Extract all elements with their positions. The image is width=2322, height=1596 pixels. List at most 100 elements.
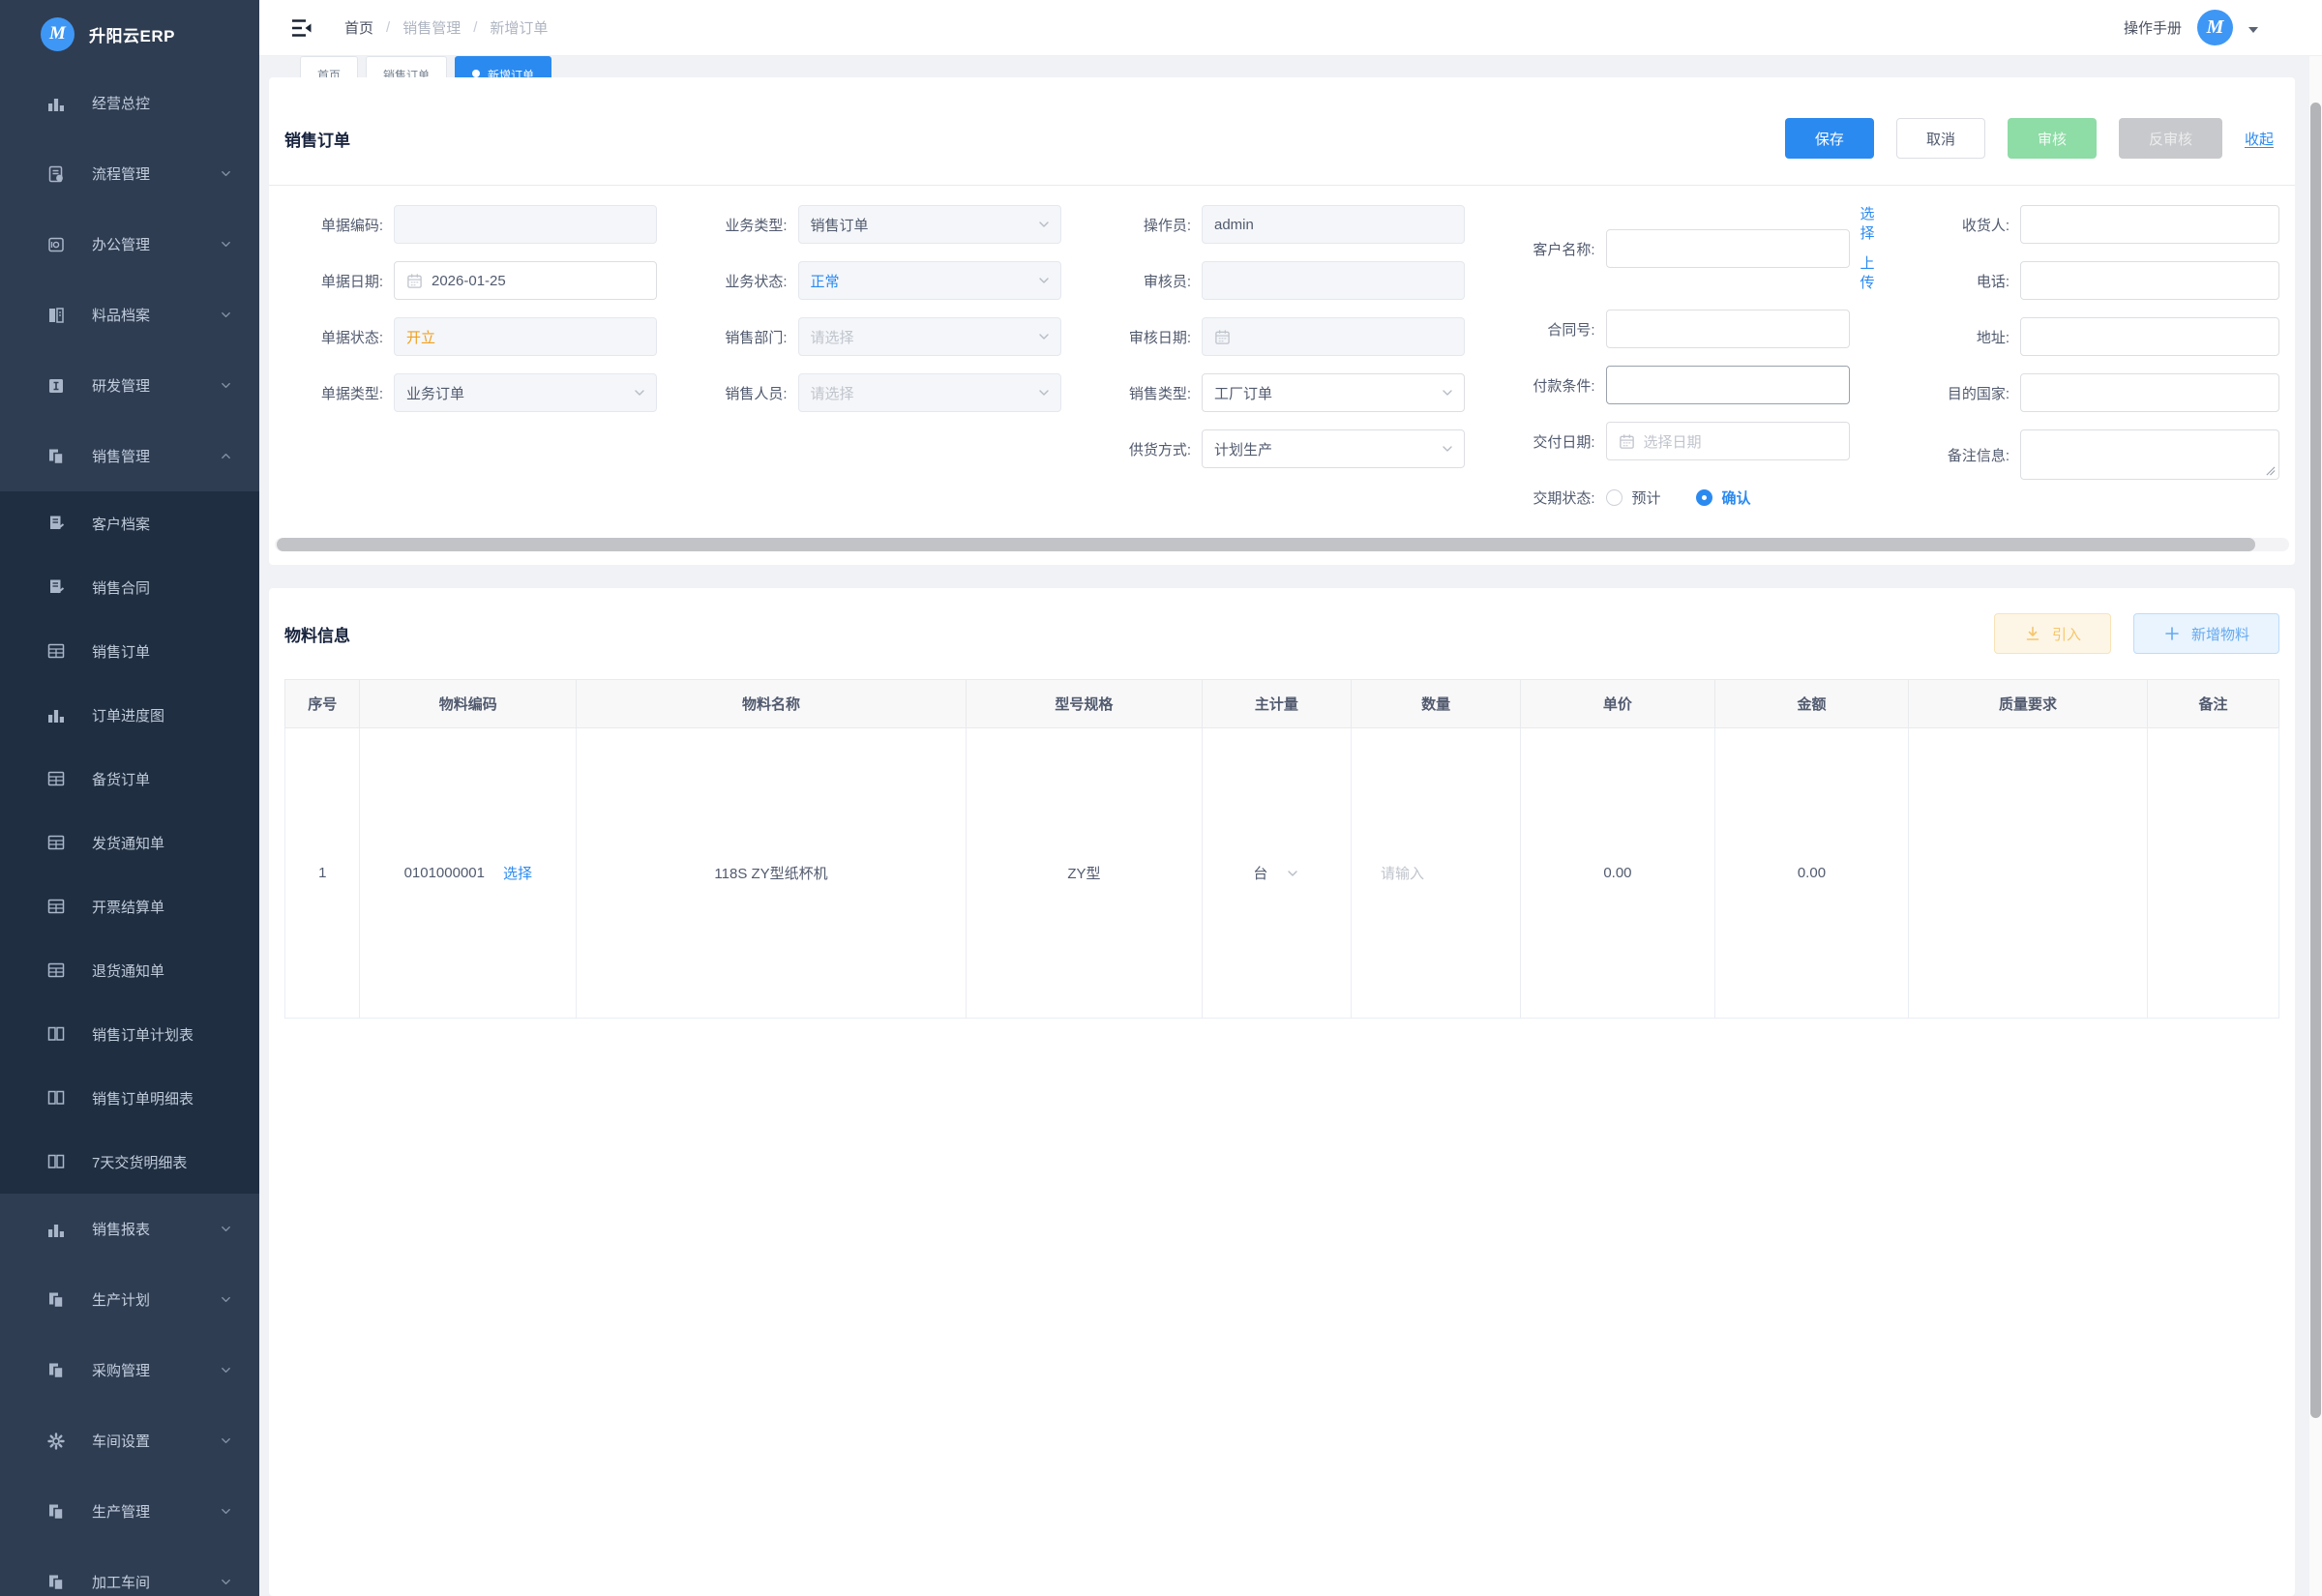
contract-no-input[interactable]: [1605, 310, 1850, 348]
import-button-label: 引入: [2051, 626, 2081, 643]
phone-input[interactable]: [2020, 261, 2279, 300]
biz-type-select[interactable]: 销售订单: [797, 205, 1061, 244]
sidebar-item-processing-workshop[interactable]: 加工车间: [0, 1547, 259, 1596]
sidebar-collapse-icon[interactable]: [290, 17, 313, 39]
sidebar-subitem-label: 开票结算单: [92, 899, 165, 916]
payment-terms-input[interactable]: [1605, 366, 1850, 404]
breadcrumb-home[interactable]: 首页: [344, 17, 373, 38]
cell-spec: ZY型: [966, 727, 1203, 1019]
cell-quality[interactable]: [1908, 727, 2148, 1019]
sidebar-subitem-label: 销售订单: [92, 643, 151, 661]
row-select-link[interactable]: 选择: [503, 863, 532, 883]
radio-confirm[interactable]: [1695, 488, 1712, 506]
sidebar-subitem-sales-order[interactable]: 销售订单: [0, 619, 259, 683]
receiver-input[interactable]: [2020, 205, 2279, 244]
sidebar-subitem-customer-archive[interactable]: 客户档案: [0, 491, 259, 555]
doc-status-field: 开立: [394, 317, 657, 356]
dest-country-input[interactable]: [2020, 373, 2279, 412]
import-button[interactable]: 引入: [1993, 613, 2111, 654]
sidebar-item-process-management[interactable]: 流程管理: [0, 138, 259, 209]
dest-country-input-inner[interactable]: [2033, 384, 2267, 401]
sidebar-subitem-invoice-settlement[interactable]: 开票结算单: [0, 874, 259, 938]
sidebar-item-production-plan[interactable]: 生产计划: [0, 1264, 259, 1335]
sidebar-item-sales-reports[interactable]: 销售报表: [0, 1194, 259, 1264]
field-label: 单据日期:: [320, 273, 383, 290]
calendar-icon: [1619, 433, 1635, 450]
plus-icon: [2163, 625, 2181, 642]
sidebar-subitem-sales-order-plan-report[interactable]: 销售订单计划表: [0, 1002, 259, 1066]
sidebar-item-purchase-management[interactable]: 采购管理: [0, 1335, 259, 1405]
unit-select[interactable]: 台: [1203, 863, 1351, 883]
customer-name-input-inner[interactable]: [1618, 240, 1837, 257]
sidebar-subitem-sales-contract[interactable]: 销售合同: [0, 555, 259, 619]
vertical-scrollbar-thumb[interactable]: [2310, 103, 2321, 1418]
sales-type-select[interactable]: 工厂订单: [1202, 373, 1465, 412]
sidebar-subitem-order-progress-chart[interactable]: 订单进度图: [0, 683, 259, 747]
contract-no-input-inner[interactable]: [1618, 320, 1837, 338]
breadcrumb-section[interactable]: 销售管理: [402, 17, 461, 38]
open-book-icon: [46, 1152, 66, 1171]
sidebar-subitem-shipping-notice[interactable]: 发货通知单: [0, 811, 259, 874]
sidebar-subitem-label: 备货订单: [92, 771, 151, 788]
sidebar-item-rd-management[interactable]: 研发管理: [0, 350, 259, 421]
radio-confirm-label[interactable]: 确认: [1722, 488, 1751, 508]
horizontal-scrollbar[interactable]: [275, 538, 2289, 551]
sidebar-item-office-management[interactable]: 办公管理: [0, 209, 259, 280]
resize-grip-icon[interactable]: [2265, 465, 2276, 476]
sidebar-item-workshop-settings[interactable]: 车间设置: [0, 1405, 259, 1476]
field-label: 付款条件:: [1533, 377, 1595, 395]
save-button[interactable]: 保存: [1784, 118, 1874, 159]
cell-seq: 1: [283, 727, 361, 1019]
delivery-date-picker[interactable]: 选择日期: [1605, 422, 1850, 460]
sidebar-subitem-sales-order-detail-report[interactable]: 销售订单明细表: [0, 1066, 259, 1130]
sidebar-subitem-stock-order[interactable]: 备货订单: [0, 747, 259, 811]
field-label: 单据状态:: [320, 329, 383, 346]
remark-textarea[interactable]: [2020, 429, 2279, 480]
address-input-inner[interactable]: [2033, 328, 2267, 345]
cell-remark[interactable]: [2146, 727, 2280, 1019]
supply-mode-select[interactable]: 计划生产: [1202, 429, 1465, 468]
customer-upload-link[interactable]: 上传: [1861, 254, 1880, 292]
vertical-scrollbar[interactable]: [2309, 56, 2322, 1596]
remark-textarea-inner[interactable]: [2021, 430, 2278, 479]
chevron-up-icon: [220, 450, 232, 462]
sidebar-subitem-7day-delivery-report[interactable]: 7天交货明细表: [0, 1130, 259, 1194]
user-avatar[interactable]: M: [2197, 10, 2233, 45]
address-input[interactable]: [2020, 317, 2279, 356]
sidebar-item-label: 加工车间: [92, 1575, 151, 1591]
field-label: 审核员:: [1143, 273, 1191, 290]
active-tab-dot-icon: [472, 70, 481, 77]
chevron-down-icon: [220, 1576, 232, 1588]
cell-price[interactable]: 0.00: [1520, 727, 1715, 1019]
operation-manual-link[interactable]: 操作手册: [2124, 17, 2182, 38]
customer-select-link[interactable]: 选择: [1861, 205, 1880, 243]
tab-new-order[interactable]: 新增订单: [455, 56, 552, 77]
payment-terms-input-inner[interactable]: [1618, 376, 1837, 394]
chevron-down-icon: [1037, 218, 1051, 231]
phone-input-inner[interactable]: [2033, 272, 2267, 289]
cell-qty-input[interactable]: 请输入: [1350, 727, 1522, 1019]
cancel-button[interactable]: 取消: [1895, 118, 1985, 159]
sidebar-item-business-overview[interactable]: 经营总控: [0, 68, 259, 138]
unaudit-button[interactable]: 反审核: [2118, 118, 2222, 159]
tab-sales-order[interactable]: 销售订单: [366, 56, 448, 77]
user-menu-caret-icon[interactable]: [2248, 27, 2258, 38]
doc-date-picker[interactable]: 2026-01-25: [394, 261, 657, 300]
sidebar-item-production-management[interactable]: 生产管理: [0, 1476, 259, 1547]
radio-estimate-label[interactable]: 预计: [1632, 488, 1661, 508]
collapse-link[interactable]: 收起: [2245, 129, 2274, 149]
audit-button[interactable]: 审核: [2007, 118, 2097, 159]
horizontal-scrollbar-thumb[interactable]: [277, 538, 2255, 551]
add-material-button[interactable]: 新增物料: [2132, 613, 2279, 654]
info-square-icon: [46, 376, 66, 396]
chevron-down-icon: [220, 1293, 232, 1306]
biz-status-select[interactable]: 正常: [797, 261, 1061, 300]
sidebar-subitem-return-notice[interactable]: 退货通知单: [0, 938, 259, 1002]
receiver-input-inner[interactable]: [2033, 216, 2267, 233]
sidebar-item-material-archive[interactable]: 料品档案: [0, 280, 259, 350]
sidebar-item-sales-management[interactable]: 销售管理: [0, 421, 259, 491]
customer-name-input[interactable]: [1605, 229, 1850, 268]
radio-estimate[interactable]: [1605, 488, 1622, 506]
tab-home[interactable]: 首页: [300, 56, 359, 77]
doc-type-select[interactable]: 业务订单: [394, 373, 657, 412]
